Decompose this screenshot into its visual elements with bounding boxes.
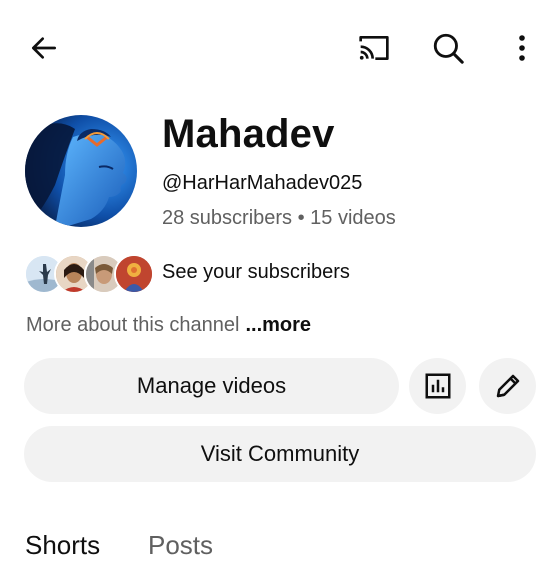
analytics-icon	[425, 373, 450, 399]
channel-handle: @HarHarMahadev025	[162, 172, 363, 194]
about-text: More about this channel	[26, 314, 240, 336]
about-more-link[interactable]: ...more	[245, 314, 311, 336]
manage-videos-button[interactable]: Manage videos	[24, 358, 399, 414]
visit-community-label: Visit Community	[200, 441, 360, 466]
channel-about[interactable]: More about this channel ...more	[26, 314, 311, 337]
edit-channel-button[interactable]	[479, 358, 536, 414]
avatar	[25, 115, 137, 227]
search-icon	[433, 33, 464, 64]
subscriber-avatars[interactable]	[24, 252, 154, 294]
visit-community-button[interactable]: Visit Community	[24, 426, 536, 482]
cast-button[interactable]	[352, 28, 396, 68]
manage-videos-label: Manage videos	[136, 373, 287, 398]
more-options-button[interactable]	[506, 28, 538, 68]
more-vert-icon	[519, 35, 525, 61]
channel-stats: 28 subscribers • 15 videos	[162, 207, 396, 229]
pencil-icon	[496, 374, 519, 398]
back-button[interactable]	[22, 28, 66, 68]
analytics-button[interactable]	[409, 358, 466, 414]
channel-avatar[interactable]	[25, 115, 137, 227]
tab-posts[interactable]: Posts	[148, 530, 213, 561]
see-subscribers-link[interactable]: See your subscribers	[162, 261, 350, 284]
subscriber-avatar	[114, 254, 154, 294]
channel-name: Mahadev	[162, 112, 335, 156]
arrow-left-icon	[32, 37, 56, 59]
cast-icon	[359, 36, 389, 60]
search-button[interactable]	[426, 26, 470, 70]
tab-shorts[interactable]: Shorts	[25, 530, 100, 561]
